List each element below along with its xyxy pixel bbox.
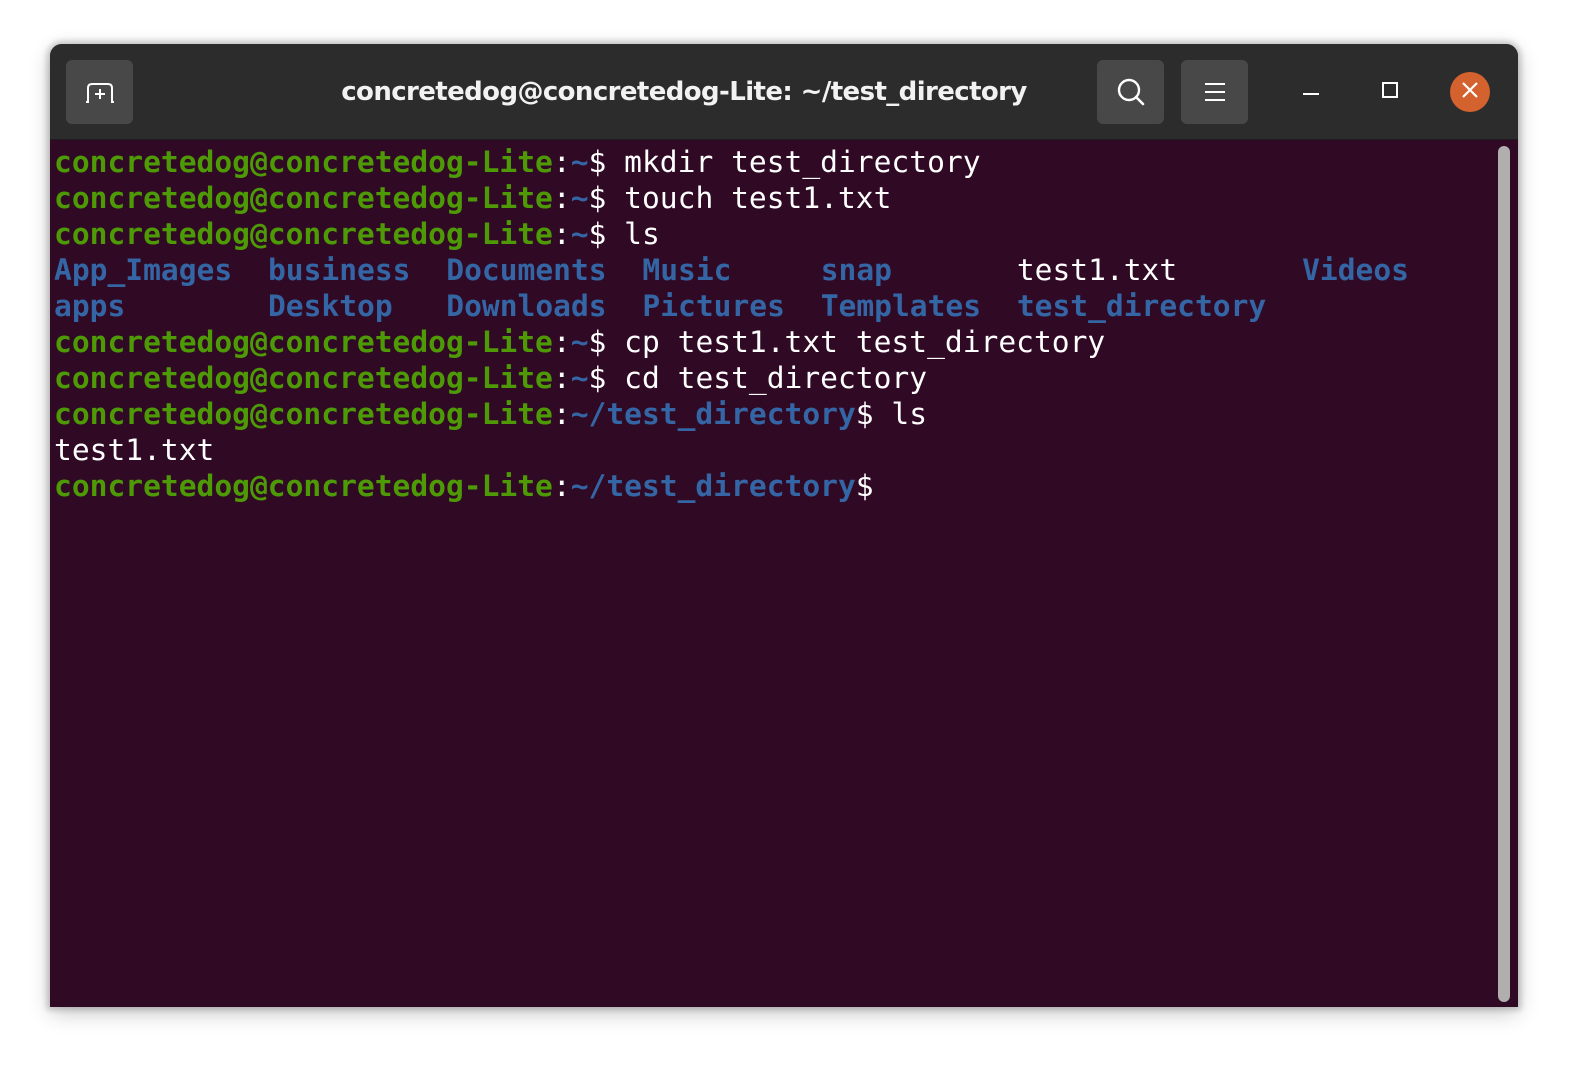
minimize-icon [1301, 80, 1321, 104]
command-text: ls [606, 217, 660, 251]
search-button[interactable] [1097, 60, 1164, 124]
output-line: test1.txt [54, 432, 1494, 468]
maximize-button[interactable] [1370, 72, 1410, 112]
directory-entry: snap [820, 253, 892, 287]
scrollbar-thumb[interactable] [1498, 146, 1510, 1002]
prompt-separator: : [552, 361, 571, 395]
prompt-user-host: concretedog@concretedog-Lite [54, 181, 553, 215]
prompt-symbol: $ [588, 145, 607, 179]
prompt-separator: : [552, 145, 571, 179]
directory-entry: Videos [1302, 253, 1409, 287]
titlebar: concretedog@concretedog-Lite: ~/test_dir… [50, 44, 1518, 140]
command-text: touch test1.txt [606, 181, 892, 215]
prompt-line: concretedog@concretedog-Lite:~$ touch te… [54, 180, 1494, 216]
prompt-line: concretedog@concretedog-Lite:~$ mkdir te… [54, 144, 1494, 180]
terminal-window: concretedog@concretedog-Lite: ~/test_dir… [50, 44, 1518, 1007]
prompt-separator: : [552, 181, 571, 215]
prompt-symbol: $ [855, 469, 874, 503]
close-icon [1460, 80, 1480, 104]
prompt-symbol: $ [588, 181, 607, 215]
prompt-path: ~ [570, 325, 589, 359]
new-tab-button[interactable] [66, 60, 133, 124]
scrollbar[interactable] [1498, 146, 1510, 1002]
prompt-symbol: $ [855, 397, 874, 431]
prompt-symbol: $ [588, 217, 607, 251]
directory-entry: App_Images [54, 253, 233, 287]
hamburger-menu-icon [1203, 81, 1227, 103]
prompt-user-host: concretedog@concretedog-Lite [54, 217, 553, 251]
prompt-symbol: $ [588, 325, 607, 359]
prompt-user-host: concretedog@concretedog-Lite [54, 361, 553, 395]
prompt-line: concretedog@concretedog-Lite:~/test_dire… [54, 468, 1494, 504]
command-text: cd test_directory [606, 361, 928, 395]
prompt-path: ~/test_directory [570, 469, 856, 503]
prompt-user-host: concretedog@concretedog-Lite [54, 145, 553, 179]
new-tab-icon [84, 80, 116, 104]
directory-entry: apps [54, 289, 126, 323]
directory-entry: Downloads [446, 289, 607, 323]
close-button[interactable] [1450, 72, 1490, 112]
prompt-path: ~ [570, 361, 589, 395]
directory-entry: Documents [446, 253, 607, 287]
prompt-separator: : [552, 325, 571, 359]
prompt-user-host: concretedog@concretedog-Lite [54, 469, 553, 503]
command-text: ls [873, 397, 928, 431]
directory-entry: Pictures [642, 289, 785, 323]
directory-entry: Music [642, 253, 732, 287]
minimize-button[interactable] [1291, 72, 1331, 112]
prompt-user-host: concretedog@concretedog-Lite [54, 397, 553, 431]
directory-entry: business [267, 253, 411, 287]
directory-entry: test_directory [1016, 289, 1267, 323]
command-text: cp test1.txt test_directory [606, 325, 1106, 359]
prompt-path: ~ [570, 145, 589, 179]
terminal-output[interactable]: concretedog@concretedog-Lite:~$ mkdir te… [54, 144, 1494, 1004]
prompt-user-host: concretedog@concretedog-Lite [54, 325, 553, 359]
file-entry: test1.txt [1016, 253, 1178, 287]
menu-button[interactable] [1181, 60, 1248, 124]
prompt-separator: : [552, 469, 571, 503]
prompt-path: ~ [570, 217, 589, 251]
ls-output: App_Images business Documents Music snap test… [54, 252, 1494, 324]
prompt-separator: : [552, 397, 571, 431]
maximize-icon [1380, 80, 1400, 104]
search-icon [1116, 77, 1146, 107]
prompt-line: concretedog@concretedog-Lite:~/test_dire… [54, 396, 1494, 432]
directory-entry: Desktop [267, 289, 393, 323]
prompt-path: ~/test_directory [570, 397, 856, 431]
prompt-path: ~ [570, 181, 589, 215]
prompt-line: concretedog@concretedog-Lite:~$ ls [54, 216, 1494, 252]
prompt-line: concretedog@concretedog-Lite:~$ cd test_… [54, 360, 1494, 396]
prompt-separator: : [552, 217, 571, 251]
directory-entry: Templates [820, 289, 982, 323]
command-text: mkdir test_directory [606, 145, 981, 179]
prompt-symbol: $ [588, 361, 607, 395]
output-text: test1.txt [54, 433, 215, 467]
prompt-line: concretedog@concretedog-Lite:~$ cp test1… [54, 324, 1494, 360]
window-title: concretedog@concretedog-Lite: ~/test_dir… [341, 77, 1027, 107]
